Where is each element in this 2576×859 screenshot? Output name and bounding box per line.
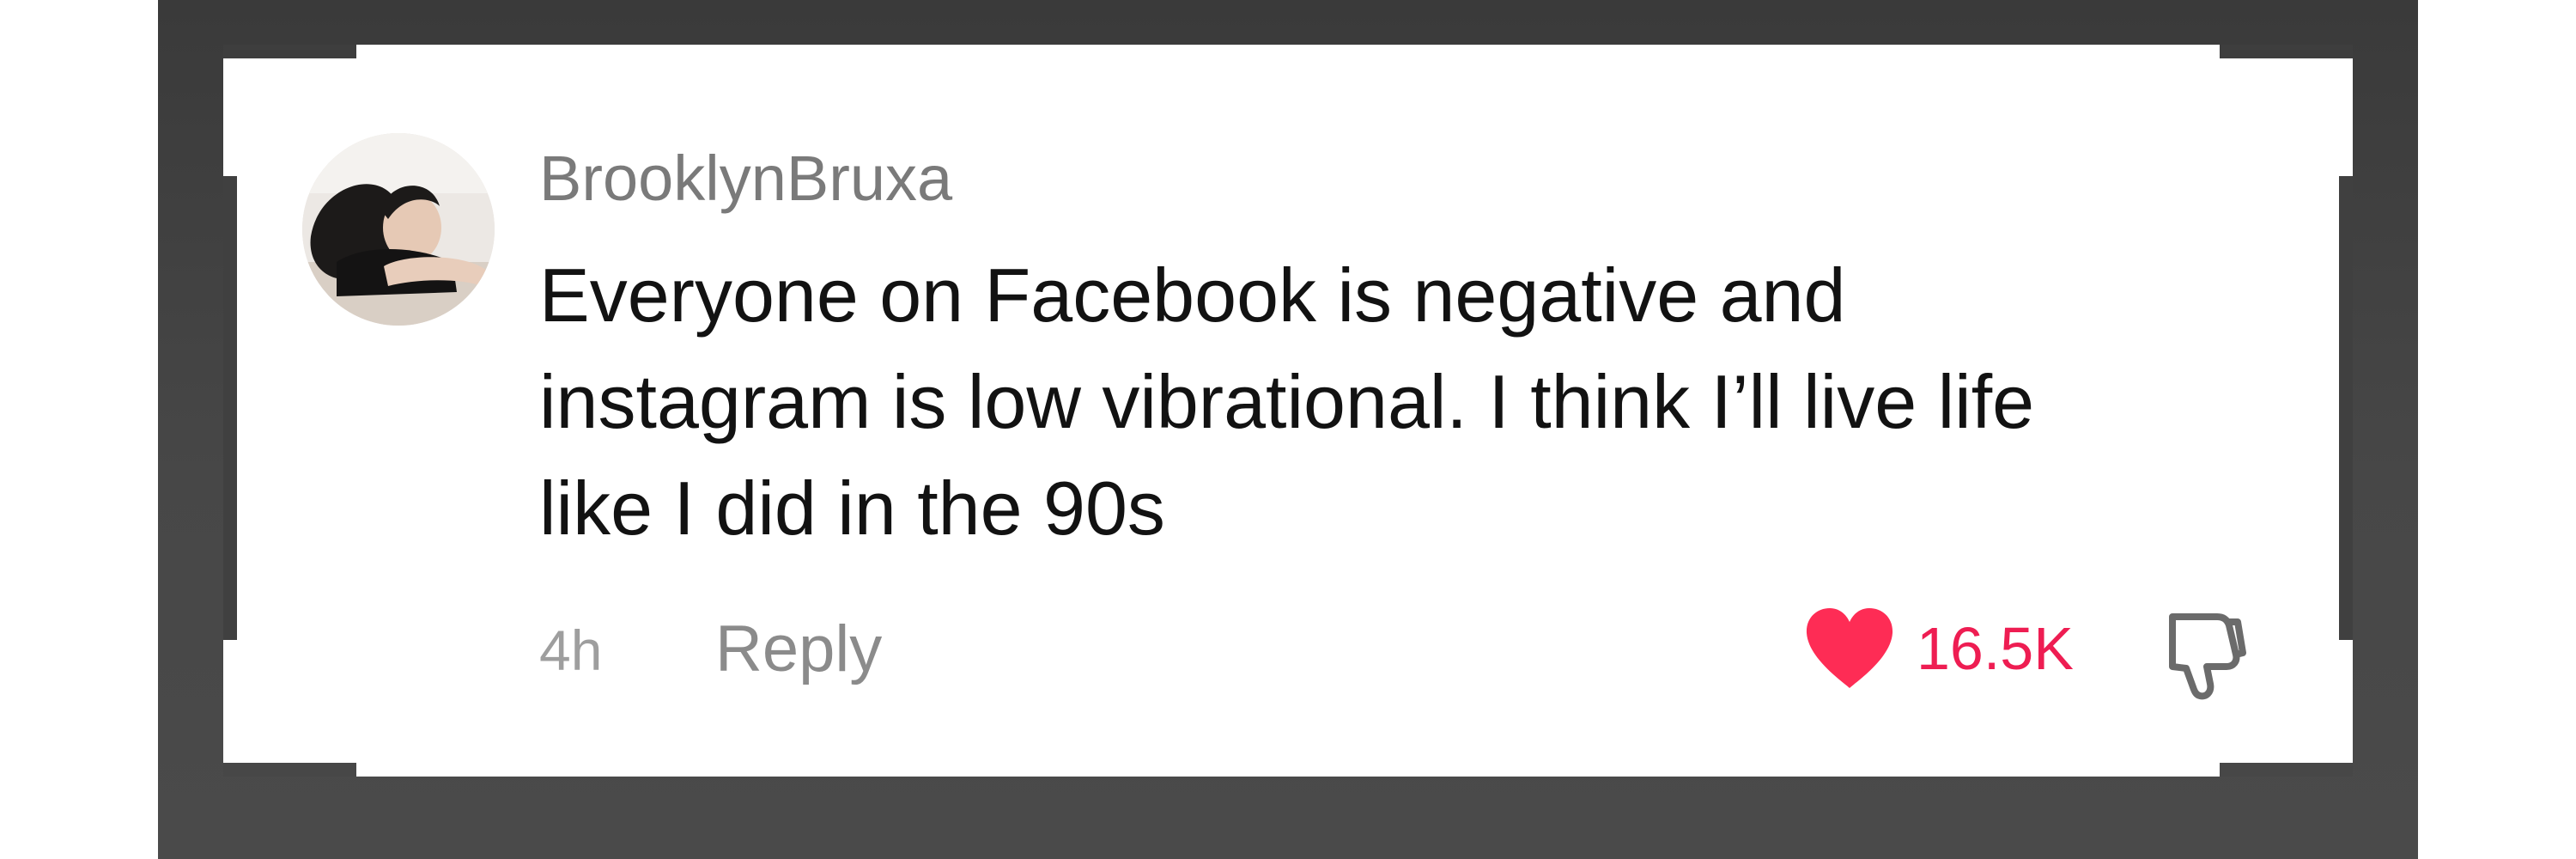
frame-notch (223, 45, 356, 58)
frame-side-bar (223, 176, 237, 640)
dislike-button[interactable] (2154, 601, 2257, 704)
thumbs-down-icon (2169, 613, 2246, 700)
frame-side-bar (2339, 176, 2353, 640)
comment-author[interactable]: BrooklynBruxa (539, 137, 952, 220)
like-count: 16.5K (1917, 615, 2074, 682)
heart-icon (1806, 608, 1893, 688)
screenshot-stage: BrooklynBruxa Everyone on Facebook is ne… (0, 0, 2576, 859)
user-avatar-icon (302, 133, 495, 326)
comment-text-line: Everyone on Facebook is negative and (539, 253, 1846, 338)
avatar[interactable] (302, 133, 495, 326)
frame-notch (2220, 45, 2353, 58)
reply-button[interactable]: Reply (715, 606, 882, 692)
comment-text: Everyone on Facebook is negative and ins… (539, 242, 2325, 562)
comment-text-line: instagram is low vibrational. I think I’… (539, 359, 2035, 444)
like-button[interactable]: 16.5K (1803, 601, 2074, 696)
comment-text-line: like I did in the 90s (539, 466, 1165, 551)
frame-notch (2220, 763, 2353, 777)
comment-timestamp: 4h (539, 618, 603, 682)
frame-notch (223, 763, 356, 777)
